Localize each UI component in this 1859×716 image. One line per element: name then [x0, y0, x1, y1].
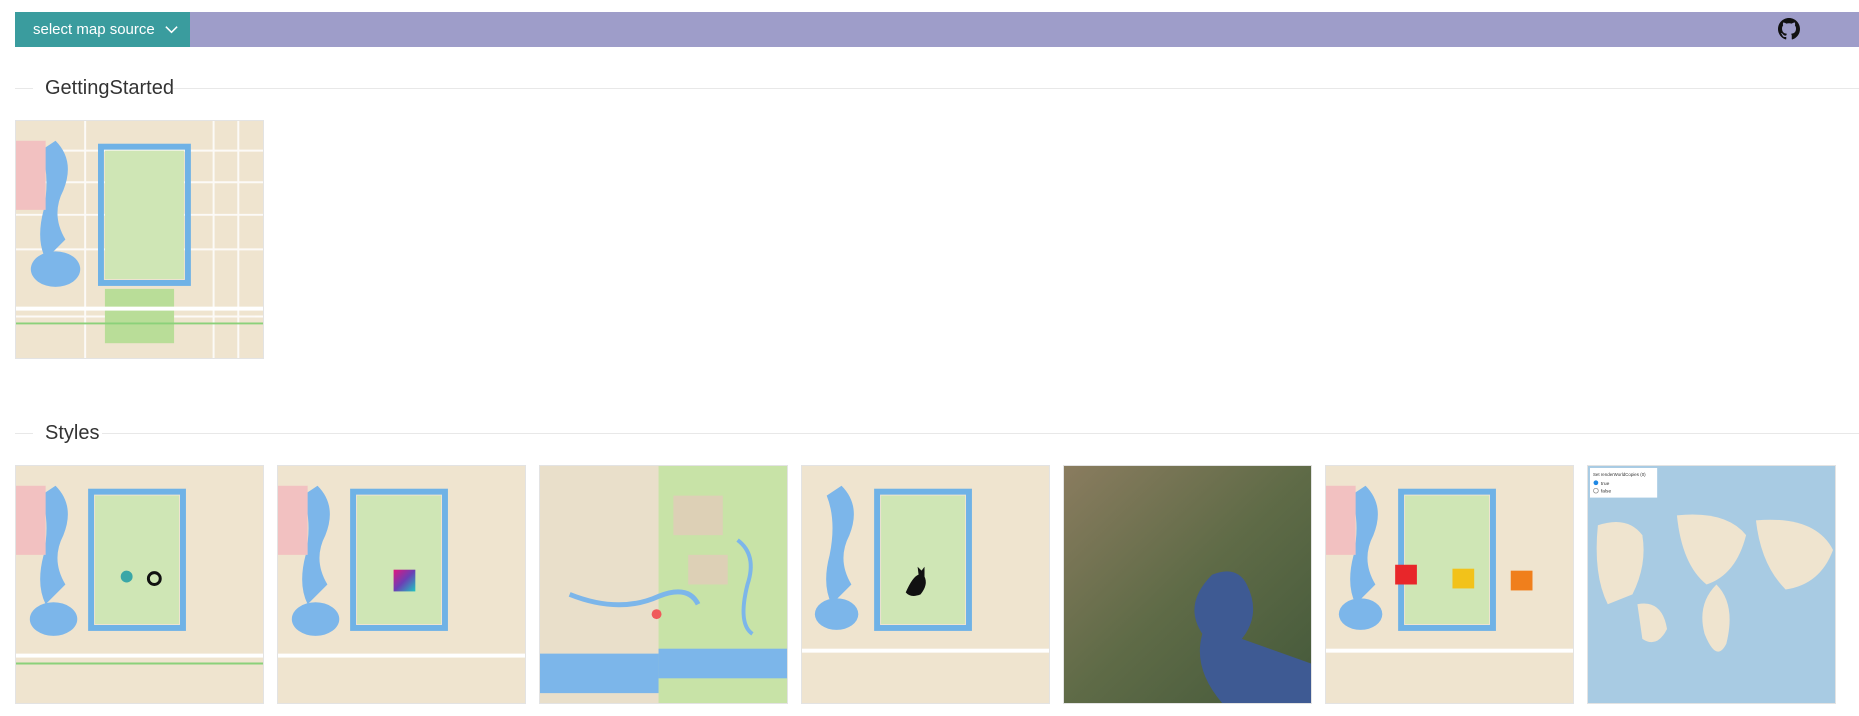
section-divider — [102, 433, 1859, 434]
thumbnail-satellite-bohai-sea[interactable] — [1063, 465, 1312, 704]
zoomed-map-image — [540, 466, 787, 703]
select-map-source-button[interactable]: select map source — [15, 12, 190, 47]
world-map-option-false: false — [1601, 489, 1612, 495]
world-map-control-title: Set renderWorldCopies (0) — [1593, 472, 1646, 477]
section-divider — [15, 88, 33, 89]
select-map-source-label: select map source — [33, 21, 155, 38]
world-map-image: Set renderWorldCopies (0) true false — [1588, 466, 1835, 703]
section-title: Styles — [45, 422, 100, 444]
section-divider — [173, 88, 1859, 89]
satellite-image — [1064, 466, 1311, 703]
map-with-gradient-image — [278, 466, 525, 703]
chevron-down-icon — [165, 26, 178, 34]
thumbnail-beijing-map-with-cat-icon[interactable] — [801, 465, 1050, 704]
section-title: GettingStarted — [45, 77, 174, 99]
thumbnail-beijing-map-with-gradient-square[interactable] — [277, 465, 526, 704]
thumbnail-beijing-map-with-markers[interactable] — [15, 465, 264, 704]
thumbnail-forbidden-city-zoomed-map[interactable] — [539, 465, 788, 704]
map-with-markers-image — [16, 466, 263, 703]
section-divider — [15, 433, 33, 434]
top-bar: select map source — [15, 12, 1859, 47]
world-map-option-true: true — [1601, 481, 1610, 487]
map-with-squares-image — [1326, 466, 1573, 703]
section-header-styles: Styles — [15, 418, 1859, 448]
street-map-image — [16, 121, 263, 358]
map-with-cat-image — [802, 466, 1049, 703]
section-header-getting-started: GettingStarted — [15, 73, 1859, 103]
thumbnail-world-map-with-radio-control[interactable]: Set renderWorldCopies (0) true false — [1587, 465, 1836, 704]
thumbnail-beijing-street-map[interactable] — [15, 120, 264, 359]
github-icon[interactable] — [1778, 18, 1800, 40]
thumbnail-beijing-map-with-colored-squares[interactable] — [1325, 465, 1574, 704]
